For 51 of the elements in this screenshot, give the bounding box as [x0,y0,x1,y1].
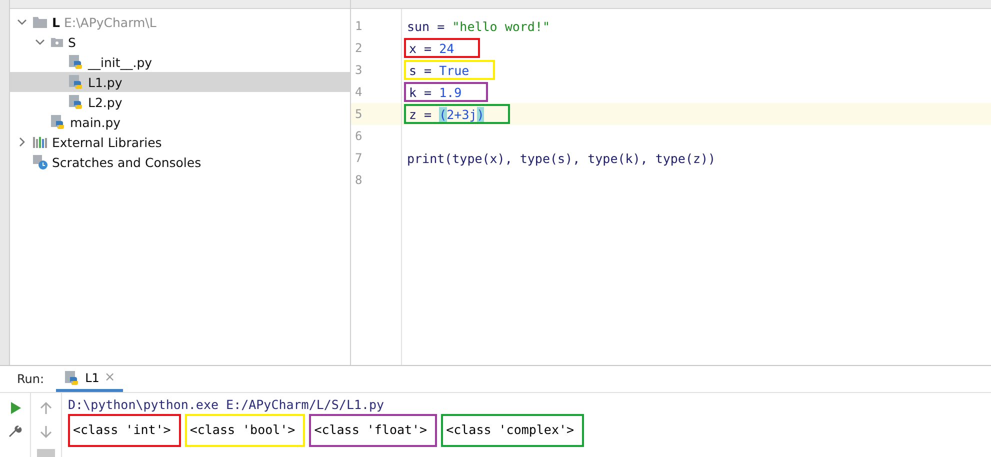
down-arrow-icon[interactable] [39,425,53,439]
python-file-icon [68,94,84,110]
python-file-icon [50,114,66,130]
python-file-icon [68,54,84,70]
line-number: 7 [354,150,364,167]
file-name: L2.py [88,94,122,110]
code-line: x = 24 [409,40,454,56]
console-command: D:\python\python.exe E:/APyCharm/L/S/L1.py [68,397,386,412]
folder-icon [32,15,48,29]
python-file-icon [68,74,84,90]
file-name: L [52,14,60,30]
libraries-icon [32,135,48,149]
tree-item[interactable]: Scratches and Consoles [10,152,350,172]
tree-item[interactable]: L1.py [10,72,350,92]
run-icon[interactable] [8,401,22,415]
tree-item[interactable]: L E:\APyCharm\L [10,12,350,32]
tree-item[interactable]: main.py [10,112,350,132]
line-number: 1 [354,18,364,35]
file-name: __init__.py [88,54,152,70]
tree-item[interactable]: External Libraries [10,132,350,152]
run-label: Run: [17,372,44,386]
code-line: z = (2+3j) [409,106,484,122]
tree-item[interactable]: __init__.py [10,52,350,72]
python-file-icon [64,370,80,386]
file-name: S [68,34,76,50]
line-number: 3 [354,62,364,79]
line-number: 4 [354,84,364,101]
console-output: <class 'float'> [309,414,438,447]
line-number: 5 [351,103,401,125]
line-number: 6 [354,128,364,145]
folder-path: E:\APyCharm\L [64,14,156,30]
tree-item[interactable]: S [10,32,350,52]
scratches-icon [32,154,48,170]
wrench-icon[interactable] [8,425,22,439]
file-name: Scratches and Consoles [52,154,202,170]
code-line: k = 1.9 [409,84,462,100]
up-arrow-icon[interactable] [39,401,53,415]
line-number: 8 [354,172,364,189]
console-output: <class 'complex'> [441,414,584,447]
file-name: main.py [70,114,121,130]
file-name: L1.py [88,74,122,90]
code-line: print(type(x), type(s), type(k), type(z)) [407,150,716,166]
package-folder-icon [50,36,64,48]
file-name: External Libraries [52,134,162,150]
run-tab[interactable]: L1 × [56,366,124,392]
code-line: s = True [409,62,470,78]
code-line: sun = "hello word!" [407,18,550,34]
tree-item[interactable]: L2.py [10,92,350,112]
console-output: <class 'int'> [68,414,181,447]
console-output: <class 'bool'> [184,414,306,447]
line-number: 2 [354,40,364,57]
